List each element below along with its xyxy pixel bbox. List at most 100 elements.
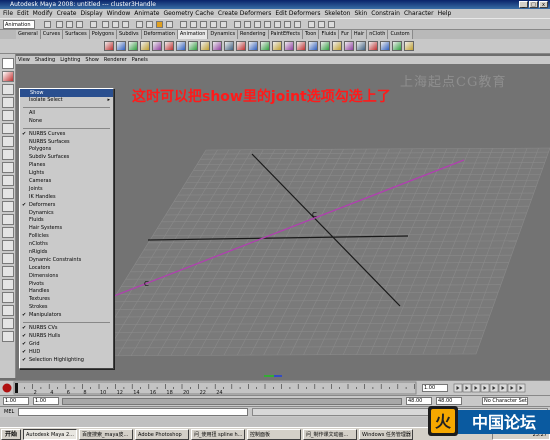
shelf-tab-curves[interactable]: Curves [40,30,64,39]
status-tool-icon[interactable] [136,21,143,28]
menu-character[interactable]: Character [404,9,434,18]
status-tool-icon[interactable] [294,21,301,28]
toolbox-tool-icon[interactable] [2,123,14,134]
toolbox-tool-icon[interactable] [2,58,14,69]
show-menu-item-hud[interactable]: HUD [20,349,113,357]
toolbox-tool-icon[interactable] [2,318,14,329]
toolbox-tool-icon[interactable] [2,266,14,277]
status-tool-icon[interactable] [220,21,227,28]
toolbox-tool-icon[interactable] [2,188,14,199]
show-menu-item-dynamic-constraints[interactable]: Dynamic Constraints [20,257,113,265]
show-menu-item-ik-handles[interactable]: IK Handles [20,194,113,202]
status-tool-icon[interactable] [102,21,109,28]
show-menu-item-manipulators[interactable]: Manipulators [20,312,113,320]
show-menu-item-handles[interactable]: Handles [20,288,113,296]
viewport-menu-lighting[interactable]: Lighting [60,56,80,64]
show-menu-item-nurbs-surfaces[interactable]: NURBS Surfaces [20,139,113,147]
shelf-tab-fluids[interactable]: Fluids [319,30,340,39]
show-menu-item-isolate-select[interactable]: Isolate Select ▸ [20,97,113,105]
shelf-tool-icon[interactable] [248,41,258,51]
show-menu-item-strokes[interactable]: Strokes [20,304,113,312]
menu-skeleton[interactable]: Skeleton [324,9,350,18]
shelf-tool-icon[interactable] [320,41,330,51]
show-menu-item-joints[interactable]: Joints [20,186,113,194]
show-menu-item-none[interactable]: None [20,118,113,126]
time-slider-track[interactable]: 2 4 6 8 10 12 14 16 18 20 22 24 [0,381,550,396]
toolbox-tool-icon[interactable] [2,162,14,173]
show-menu-item-polygons[interactable]: Polygons [20,146,113,154]
show-menu-item-planes[interactable]: Planes [20,162,113,170]
show-menu-item-fluids[interactable]: Fluids [20,217,113,225]
menu-create-deformers[interactable]: Create Deformers [218,9,271,18]
toolbox-tool-icon[interactable] [2,305,14,316]
shelf-tab-dynamics[interactable]: Dynamics [208,30,239,39]
shelf-tab-hair[interactable]: Hair [351,30,368,39]
shelf-tool-icon[interactable] [356,41,366,51]
minimize-button[interactable]: _ [519,1,528,8]
shelf-tool-icon[interactable] [368,41,378,51]
show-menu-item-lights[interactable]: Lights [20,170,113,178]
shelf-tab-deformation[interactable]: Deformation [141,30,178,39]
shelf-tab-custom[interactable]: Custom [388,30,413,39]
status-tool-icon[interactable] [90,21,97,28]
mel-input[interactable] [18,408,248,416]
shelf-tool-icon[interactable] [344,41,354,51]
shelf-tab-toon[interactable]: Toon [302,30,320,39]
show-menu-item-ncloths[interactable]: nCloths [20,241,113,249]
time-slider[interactable]: 2 4 6 8 10 12 14 16 18 20 22 24 1.00 [0,380,550,396]
shelf-tab-fur[interactable]: Fur [339,30,352,39]
menu-edit[interactable]: Edit [17,9,29,18]
taskbar-task[interactable]: 控制面板 [247,428,302,440]
toolbox-tool-icon[interactable] [2,110,14,121]
menu-display[interactable]: Display [81,9,103,18]
show-menu-item-cameras[interactable]: Cameras [20,178,113,186]
perspective-viewport[interactable]: CC 上海起点CG教育 这时可以把show里的joint选项勾选上了 Show … [16,64,550,380]
show-menu-item-textures[interactable]: Textures [20,296,113,304]
status-tool-icon[interactable] [146,21,153,28]
show-menu-item-nurbs-cvs[interactable]: NURBS CVs [20,325,113,333]
shelf-tool-icon[interactable] [380,41,390,51]
shelf-tool-icon[interactable] [236,41,246,51]
shelf-tool-icon[interactable] [308,41,318,51]
taskbar-task[interactable]: Autodesk Maya 2... [23,428,78,440]
menu-geometry-cache[interactable]: Geometry Cache [163,9,213,18]
toolbox-tool-icon[interactable] [2,214,14,225]
status-tool-icon[interactable] [56,21,63,28]
start-button[interactable]: 开始 [1,428,22,440]
shelf-tab-subdivs[interactable]: Subdivs [117,30,142,39]
shelf-tab-animation[interactable]: Animation [177,30,209,39]
toolbox-tool-icon[interactable] [2,201,14,212]
taskbar-task[interactable]: 百度搜索_maya皮... [79,428,134,440]
status-tool-icon[interactable] [308,21,315,28]
toolbox-tool-icon[interactable] [2,149,14,160]
status-tool-icon[interactable] [264,21,271,28]
toolbox-tool-icon[interactable] [2,71,14,82]
taskbar-task[interactable]: Adobe Photoshop [135,428,190,440]
viewport-menu-renderer[interactable]: Renderer [104,56,127,64]
show-menu-item-nurbs-curves[interactable]: NURBS Curves [20,131,113,139]
show-menu-item-grid[interactable]: Grid [20,341,113,349]
shelf-tool-icon[interactable] [176,41,186,51]
taskbar-task[interactable]: 问_制作课文动画... [303,428,358,440]
shelf-tool-icon[interactable] [152,41,162,51]
taskbar-task[interactable]: 问_使用扭 spline h... [191,428,246,440]
toolbox-tool-icon[interactable] [2,227,14,238]
shelf-tool-icon[interactable] [188,41,198,51]
toolbox-tool-icon[interactable] [2,253,14,264]
shelf-tool-icon[interactable] [332,41,342,51]
shelf-tool-icon[interactable] [104,41,114,51]
shelf-tab-ncloth[interactable]: nCloth [367,30,389,39]
menu-create[interactable]: Create [57,9,77,18]
toolbox-tool-icon[interactable] [2,292,14,303]
toolbox-tool-icon[interactable] [2,136,14,147]
shelf-tool-icon[interactable] [284,41,294,51]
viewport-menu-panels[interactable]: Panels [132,56,148,64]
show-menu-item-locators[interactable]: Locators [20,265,113,273]
status-tool-icon[interactable] [284,21,291,28]
show-menu-item-pivots[interactable]: Pivots [20,281,113,289]
status-tool-icon[interactable] [166,21,173,28]
show-menu-item-nurbs-hulls[interactable]: NURBS Hulls [20,333,113,341]
show-menu-item-dimensions[interactable]: Dimensions [20,273,113,281]
status-tool-icon[interactable] [244,21,251,28]
taskbar-task[interactable]: Windows 任务管理器 [359,428,414,440]
